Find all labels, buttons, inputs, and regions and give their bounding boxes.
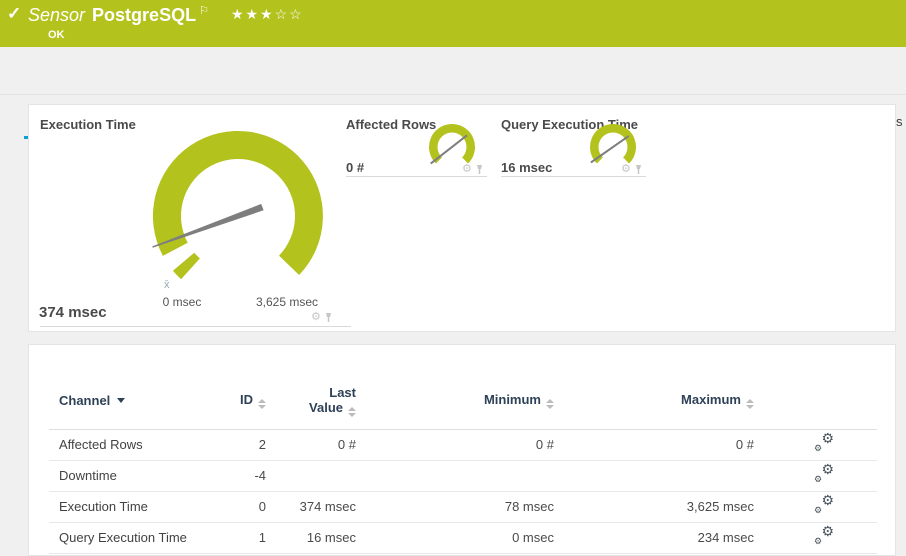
sensor-name: PostgreSQL bbox=[92, 5, 197, 25]
divider bbox=[346, 176, 487, 177]
priority-stars[interactable]: ★★★☆☆ bbox=[231, 6, 304, 22]
table-row: Downtime -4 ⚙ ⚙ bbox=[49, 460, 877, 491]
sensor-header: ✓ Sensor PostgreSQL ⚐ ★★★☆☆ OK bbox=[0, 0, 906, 47]
channel-name[interactable]: Execution Time bbox=[49, 491, 209, 522]
main-gauge-title: Execution Time bbox=[40, 117, 136, 132]
execution-time-gauge: x̄ bbox=[152, 130, 323, 291]
channel-name[interactable]: Affected Rows bbox=[49, 429, 209, 460]
status-check-icon: ✓ bbox=[7, 4, 22, 23]
channel-id: 0 bbox=[258, 499, 266, 514]
channel-last-value: 0 # bbox=[337, 437, 356, 452]
channel-id: 1 bbox=[258, 530, 266, 545]
sort-arrows-icon bbox=[546, 399, 554, 410]
channel-maximum: 3,625 msec bbox=[686, 499, 754, 514]
sensor-type-label: Sensor bbox=[28, 5, 86, 25]
channel-settings-icon[interactable]: ⚙ ⚙ bbox=[814, 493, 834, 515]
main-gauge-max-label: 3,625 msec bbox=[255, 295, 319, 309]
channel-id: -4 bbox=[254, 468, 266, 483]
priority-flag-icon[interactable]: ⚐ bbox=[199, 5, 209, 17]
channels-table: Channel ID Last Value Minimum Maximum Af… bbox=[49, 373, 877, 554]
table-row: Affected Rows 2 0 # 0 # 0 # ⚙ ⚙ bbox=[49, 429, 877, 460]
query-execution-time-gauge-value: 16 msec bbox=[501, 160, 553, 175]
channel-id: 2 bbox=[258, 437, 266, 452]
status-badge: OK bbox=[48, 29, 65, 41]
query-execution-time-gauge-actions: ⚙ bbox=[621, 164, 643, 175]
channel-settings-icon[interactable]: ⚙ ⚙ bbox=[814, 431, 834, 453]
channel-minimum bbox=[364, 460, 562, 491]
divider bbox=[40, 326, 351, 327]
channel-gear-icon[interactable]: ⚙ bbox=[621, 164, 631, 175]
channel-name[interactable]: Downtime bbox=[49, 460, 209, 491]
channel-minimum: 78 msec bbox=[504, 499, 554, 514]
channel-minimum: 0 # bbox=[535, 437, 554, 452]
main-gauge-min-label: 0 msec bbox=[162, 295, 202, 309]
channel-maximum: 0 # bbox=[735, 437, 754, 452]
table-row: Query Execution Time 1 16 msec 0 msec 23… bbox=[49, 522, 877, 553]
affected-rows-gauge-actions: ⚙ bbox=[462, 164, 484, 175]
average-marker: x̄ bbox=[164, 279, 170, 291]
channel-gear-icon[interactable]: ⚙ bbox=[462, 164, 472, 175]
tab-bar: Overview ((•)) Live Data 2 days 30 days … bbox=[0, 47, 906, 139]
pin-icon[interactable] bbox=[634, 164, 643, 175]
channel-maximum bbox=[562, 460, 762, 491]
channels-panel: Channel ID Last Value Minimum Maximum Af… bbox=[28, 344, 896, 556]
column-header-minimum[interactable]: Minimum bbox=[364, 373, 562, 429]
table-header-row: Channel ID Last Value Minimum Maximum bbox=[49, 373, 877, 429]
table-row: Execution Time 0 374 msec 78 msec 3,625 … bbox=[49, 491, 877, 522]
column-header-maximum[interactable]: Maximum bbox=[562, 373, 762, 429]
pin-icon[interactable] bbox=[324, 312, 333, 323]
channel-last-value: 16 msec bbox=[306, 530, 356, 545]
channel-minimum: 0 msec bbox=[512, 530, 554, 545]
channel-gear-icon[interactable]: ⚙ bbox=[311, 312, 321, 323]
pin-icon[interactable] bbox=[475, 164, 484, 175]
divider bbox=[501, 176, 646, 177]
channel-settings-icon[interactable]: ⚙ ⚙ bbox=[814, 524, 834, 546]
sort-caret-icon bbox=[117, 398, 126, 404]
channel-last-value: 374 msec bbox=[299, 499, 356, 514]
column-header-id[interactable]: ID bbox=[209, 373, 274, 429]
channel-name[interactable]: Query Execution Time bbox=[49, 522, 209, 553]
page-title: Sensor PostgreSQL ⚐ ★★★☆☆ bbox=[28, 4, 304, 26]
affected-rows-gauge-value: 0 # bbox=[346, 160, 365, 175]
gauges-panel: Execution Time x̄ 0 msec 3,625 msec 374 … bbox=[28, 104, 896, 332]
column-header-last-value[interactable]: Last Value bbox=[274, 373, 364, 429]
channel-settings-icon[interactable]: ⚙ ⚙ bbox=[814, 462, 834, 484]
channel-last-value bbox=[274, 460, 364, 491]
column-header-channel[interactable]: Channel bbox=[49, 373, 209, 429]
prtg-sensor-page: ✓ Sensor PostgreSQL⚐ ★★★☆☆ OK Overview ((•… bbox=[0, 0, 906, 556]
sort-arrows-icon bbox=[258, 399, 266, 410]
main-gauge-value: 374 msec bbox=[39, 304, 107, 321]
affected-rows-gauge-title: Affected Rows bbox=[346, 117, 437, 132]
main-gauge-actions: ⚙ bbox=[311, 312, 333, 323]
sort-arrows-icon bbox=[746, 399, 754, 410]
channel-maximum: 234 msec bbox=[697, 530, 754, 545]
sort-arrows-icon bbox=[348, 406, 356, 417]
